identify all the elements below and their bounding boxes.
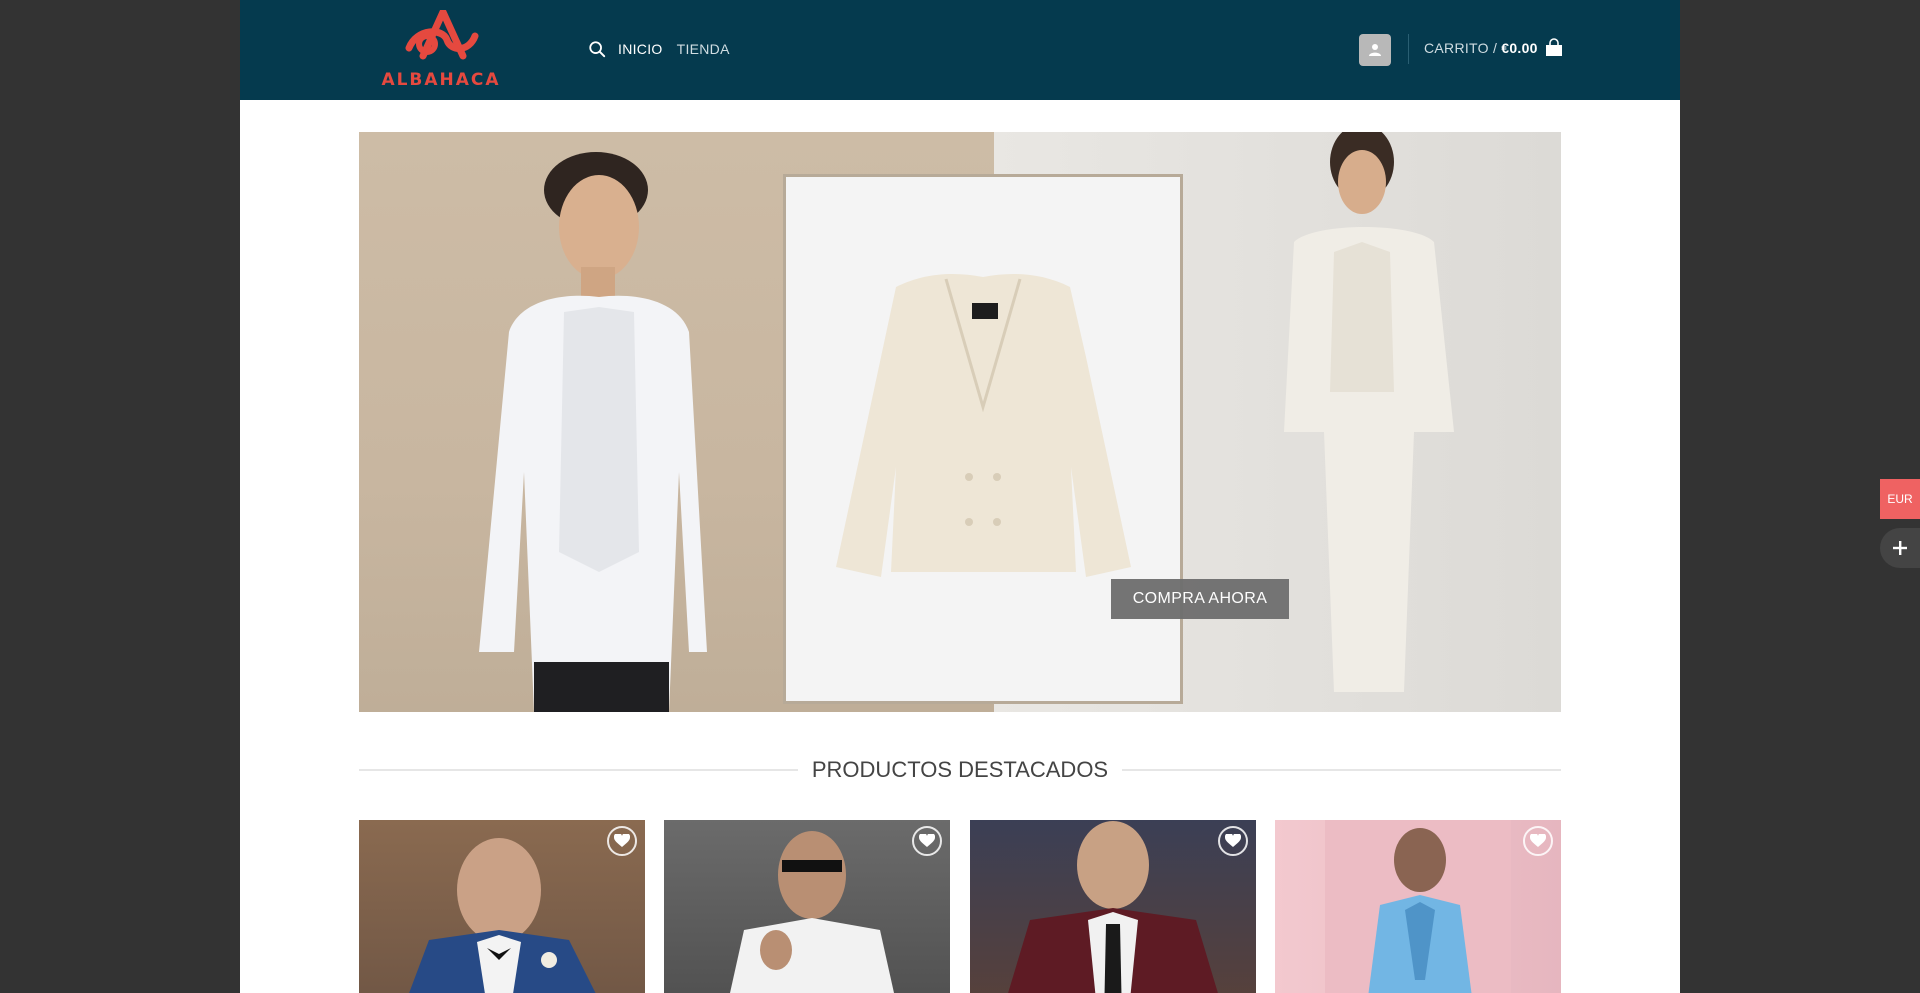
heart-icon (1225, 834, 1241, 847)
plus-icon (1893, 541, 1907, 555)
hero-product-panel (783, 174, 1183, 704)
section-title: PRODUCTOS DESTACADOS (359, 757, 1561, 783)
expand-button[interactable] (1880, 528, 1920, 568)
logo-mark-icon (405, 10, 479, 60)
product-card[interactable] (1275, 820, 1561, 993)
product-image (1325, 820, 1511, 993)
wishlist-button[interactable] (607, 826, 637, 856)
section-title-text: PRODUCTOS DESTACADOS (797, 757, 1123, 782)
product-image (1008, 821, 1218, 993)
wishlist-button[interactable] (912, 826, 942, 856)
cart-label: CARRITO / (1424, 40, 1498, 56)
currency-switcher[interactable]: EUR (1880, 479, 1920, 519)
user-icon (1369, 44, 1381, 56)
cart-amount: €0.00 (1501, 40, 1538, 56)
wishlist-button[interactable] (1523, 826, 1553, 856)
cart-link[interactable]: CARRITO / €0.00 (1424, 38, 1564, 58)
nav-item-tienda[interactable]: TIENDA (677, 41, 730, 57)
blazer-photo (836, 274, 1131, 577)
logo-text: ALBAHACA (381, 70, 501, 90)
site-header: ALBAHACA INICIO TIENDA CARRITO / €0.00 (240, 0, 1680, 100)
product-image (730, 831, 894, 993)
wishlist-button[interactable] (1218, 826, 1248, 856)
product-card[interactable] (359, 820, 645, 993)
product-image (409, 838, 596, 993)
heart-icon (614, 834, 630, 847)
page: ALBAHACA INICIO TIENDA CARRITO / €0.00 C… (240, 0, 1680, 993)
search-icon[interactable] (588, 40, 606, 58)
product-card[interactable] (664, 820, 950, 993)
hero-banner[interactable]: COMPRA AHORA (359, 132, 1561, 712)
heart-icon (919, 834, 935, 847)
product-card[interactable] (970, 820, 1256, 993)
header-divider (1408, 34, 1409, 64)
main-nav: INICIO TIENDA (588, 38, 744, 60)
featured-section-header: PRODUCTOS DESTACADOS (359, 755, 1561, 785)
logo[interactable]: ALBAHACA (376, 10, 506, 92)
heart-icon (1530, 834, 1546, 847)
shop-now-button[interactable]: COMPRA AHORA (1111, 579, 1289, 619)
nav-item-inicio[interactable]: INICIO (618, 41, 663, 57)
shopping-bag-icon (1545, 38, 1562, 56)
account-button[interactable] (1359, 34, 1391, 66)
